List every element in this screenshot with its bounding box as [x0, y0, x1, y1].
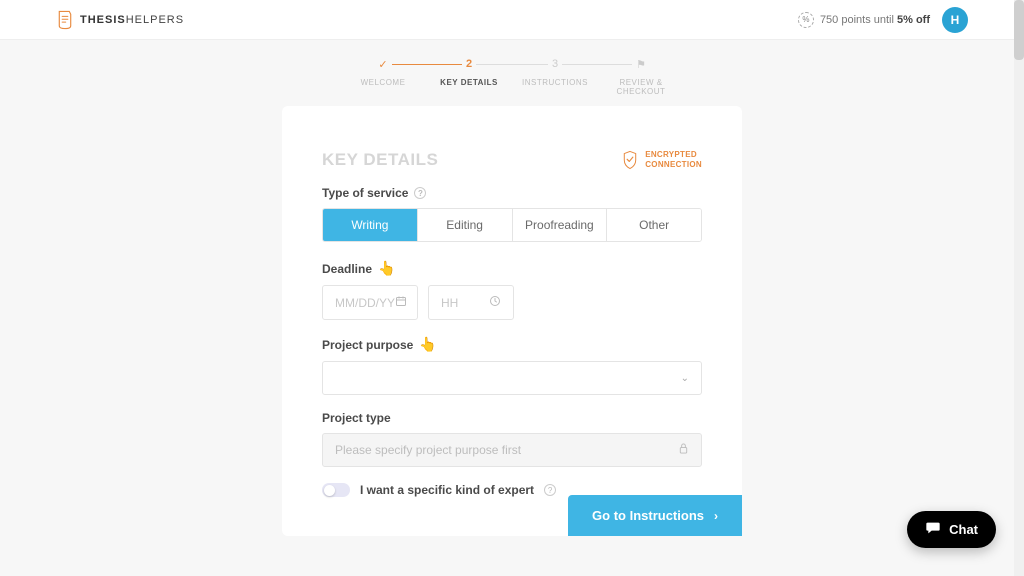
- shield-icon: [621, 150, 639, 170]
- step-label: KEY DETAILS: [440, 78, 498, 87]
- header-right: % 750 points until 5% off H: [798, 7, 968, 33]
- step-label: INSTRUCTIONS: [522, 78, 588, 87]
- points-badge[interactable]: % 750 points until 5% off: [798, 12, 930, 28]
- go-to-instructions-button[interactable]: Go to Instructions ›: [568, 495, 742, 536]
- service-option-writing[interactable]: Writing: [323, 209, 418, 241]
- header: THESISHELPERS % 750 points until 5% off …: [0, 0, 1024, 40]
- logo-icon: [56, 10, 74, 30]
- avatar[interactable]: H: [942, 7, 968, 33]
- calendar-icon: [395, 295, 407, 310]
- encrypted-badge: ENCRYPTEDCONNECTION: [621, 150, 702, 170]
- logo-text: THESISHELPERS: [80, 14, 184, 26]
- scrollbar-thumb[interactable]: [1014, 0, 1024, 60]
- step-label: REVIEW & CHECKOUT: [598, 78, 684, 96]
- project-type-select: Please specify project purpose first: [322, 433, 702, 467]
- chat-button[interactable]: Chat: [907, 511, 996, 548]
- scrollbar[interactable]: [1014, 0, 1024, 576]
- check-icon: ✓: [374, 58, 391, 72]
- expert-toggle-label: I want a specific kind of expert: [360, 483, 534, 497]
- project-type-label: Project type: [322, 411, 702, 425]
- step-number-icon: 3: [548, 58, 562, 72]
- pointer-icon: 👆: [378, 260, 395, 277]
- clock-icon: [489, 295, 501, 310]
- step-welcome[interactable]: ✓ WELCOME: [340, 58, 426, 96]
- help-icon[interactable]: ?: [544, 484, 556, 496]
- stepper: ✓ WELCOME 2 KEY DETAILS 3 INSTRUCTIONS ⚑…: [0, 40, 1024, 106]
- percent-icon: %: [798, 12, 814, 28]
- logo[interactable]: THESISHELPERS: [56, 10, 184, 30]
- chat-icon: [925, 521, 941, 538]
- chevron-down-icon: ⌄: [681, 373, 689, 384]
- card-title: KEY DETAILS: [322, 150, 438, 170]
- purpose-label: Project purpose 👆: [322, 336, 702, 353]
- flag-icon: ⚑: [632, 58, 650, 72]
- help-icon[interactable]: ?: [414, 187, 426, 199]
- service-option-other[interactable]: Other: [607, 209, 701, 241]
- step-label: WELCOME: [361, 78, 406, 87]
- service-option-proofreading[interactable]: Proofreading: [513, 209, 608, 241]
- service-segmented: Writing Editing Proofreading Other: [322, 208, 702, 242]
- step-number-icon: 2: [462, 58, 476, 72]
- lock-icon: [678, 442, 689, 458]
- deadline-label: Deadline 👆: [322, 260, 702, 277]
- pointer-icon: 👆: [419, 336, 436, 353]
- chevron-right-icon: ›: [714, 509, 718, 523]
- purpose-select[interactable]: ⌄: [322, 361, 702, 395]
- expert-toggle[interactable]: [322, 483, 350, 497]
- deadline-date-input[interactable]: MM/DD/YY: [322, 285, 418, 320]
- service-option-editing[interactable]: Editing: [418, 209, 513, 241]
- deadline-time-input[interactable]: HH: [428, 285, 514, 320]
- service-label: Type of service ?: [322, 186, 702, 200]
- form-card: KEY DETAILS ENCRYPTEDCONNECTION Type of …: [282, 106, 742, 536]
